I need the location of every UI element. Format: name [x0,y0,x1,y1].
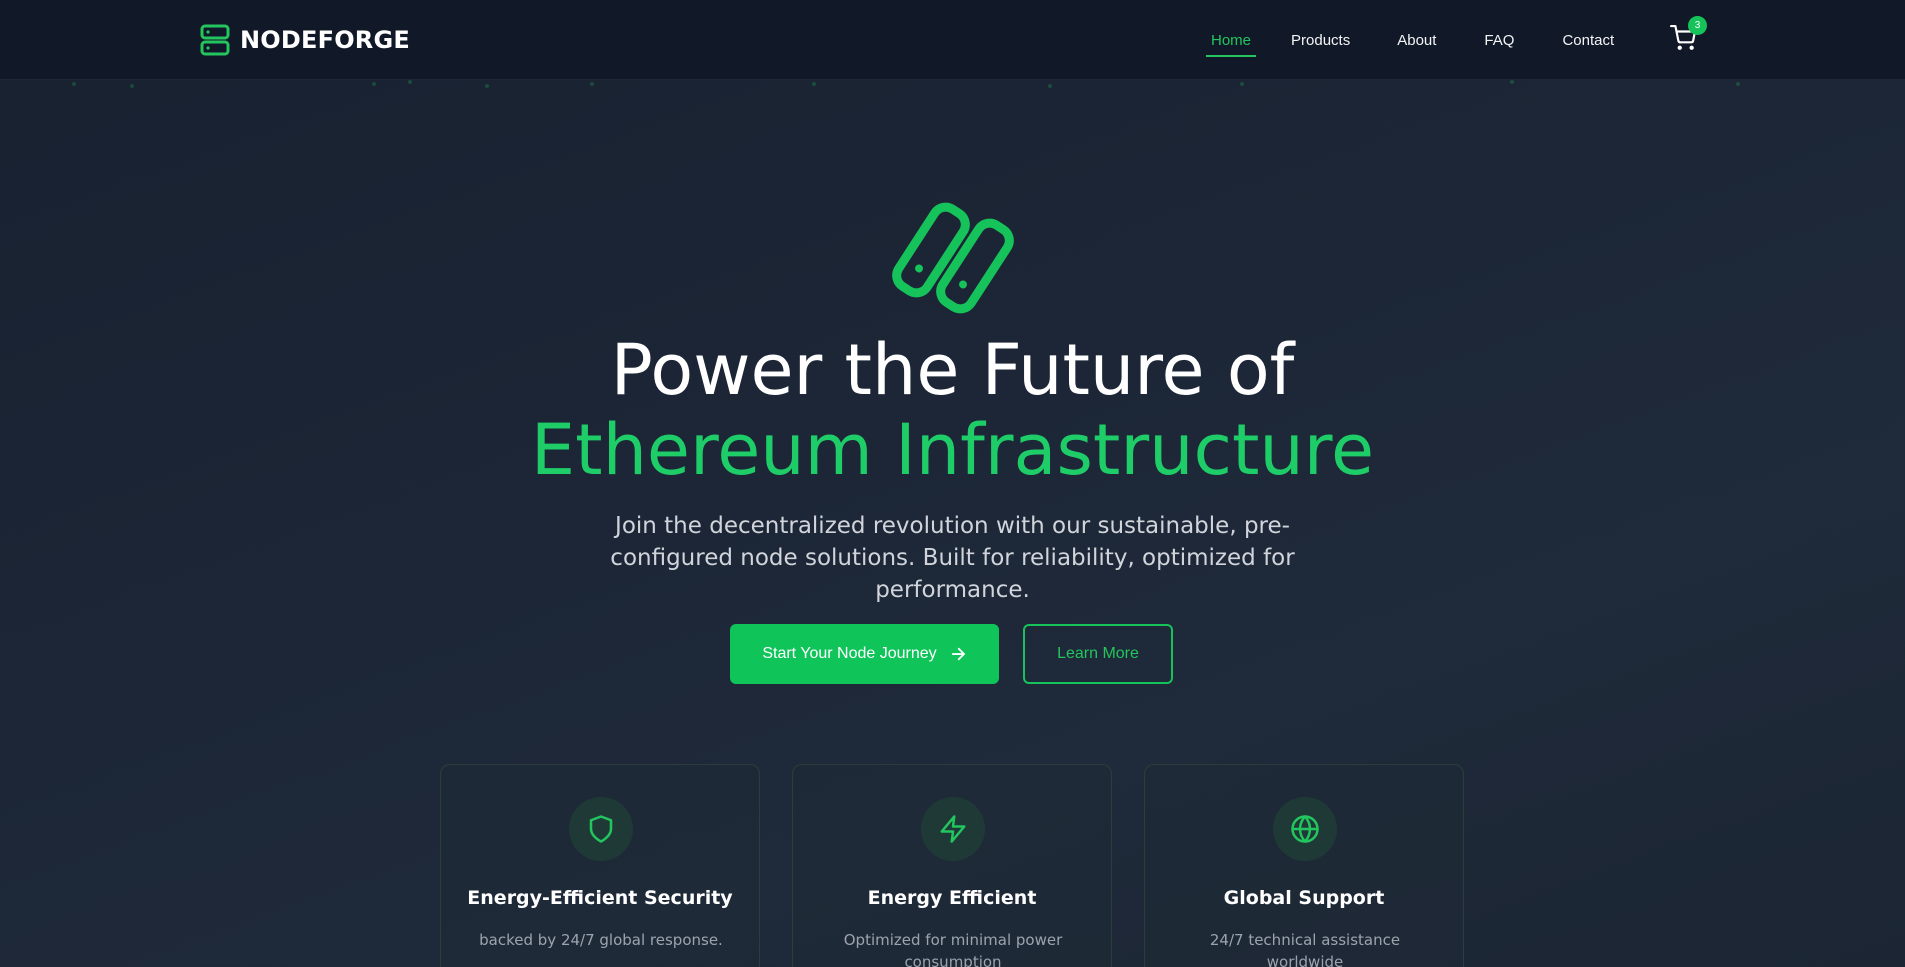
feature-title: Energy-Efficient Security [467,887,733,909]
hero-title-line1: Power the Future of [610,329,1295,411]
nav-link-products[interactable]: Products [1291,24,1350,57]
nav-links: Home Products About FAQ Contact [1196,0,1614,80]
feature-title: Energy Efficient [867,887,1037,909]
feature-card-energy: Energy Efficient Optimized for minimal p… [792,764,1112,967]
arrow-right-icon [951,647,965,661]
hero-subtitle: Join the decentralized revolution with o… [610,513,1295,603]
server-nodes-icon [892,202,1014,314]
nav-link-about[interactable]: About [1397,24,1436,57]
cart-count-badge: 3 [1688,16,1707,35]
cart-button[interactable]: 3 [1670,16,1707,55]
server-logo-icon [200,24,230,56]
nav-link-contact[interactable]: Contact [1562,24,1614,57]
feature-text: backed by 24/7 global response. [479,931,723,949]
learn-more-button[interactable]: Learn More [1023,624,1173,684]
hero-title-line2: Ethereum Infrastructure [530,409,1375,491]
start-node-journey-button[interactable]: Start Your Node Journey [730,624,999,684]
feature-text: 24/7 technical assistance worldwide [1209,931,1401,967]
feature-card-security: Energy-Efficient Security backed by 24/7… [440,764,760,967]
nav-link-home[interactable]: Home [1205,24,1257,57]
shield-icon [589,815,613,843]
feature-icon-circle [569,797,633,861]
start-node-journey-label: Start Your Node Journey [762,645,937,662]
lightning-icon [940,815,966,843]
logo-text: NODEFORGE [240,26,410,54]
logo[interactable]: NODEFORGE [200,24,410,56]
feature-icon-circle [921,797,985,861]
feature-card-support: Global Support 24/7 technical assistance… [1144,764,1464,967]
globe-icon [1291,815,1319,843]
feature-text: Optimized for minimal power consumption [843,931,1063,967]
feature-icon-circle [1273,797,1337,861]
nav-link-faq[interactable]: FAQ [1484,24,1514,57]
feature-title: Global Support [1223,887,1385,909]
navbar: NODEFORGE Home Products About FAQ Contac… [0,0,1905,80]
